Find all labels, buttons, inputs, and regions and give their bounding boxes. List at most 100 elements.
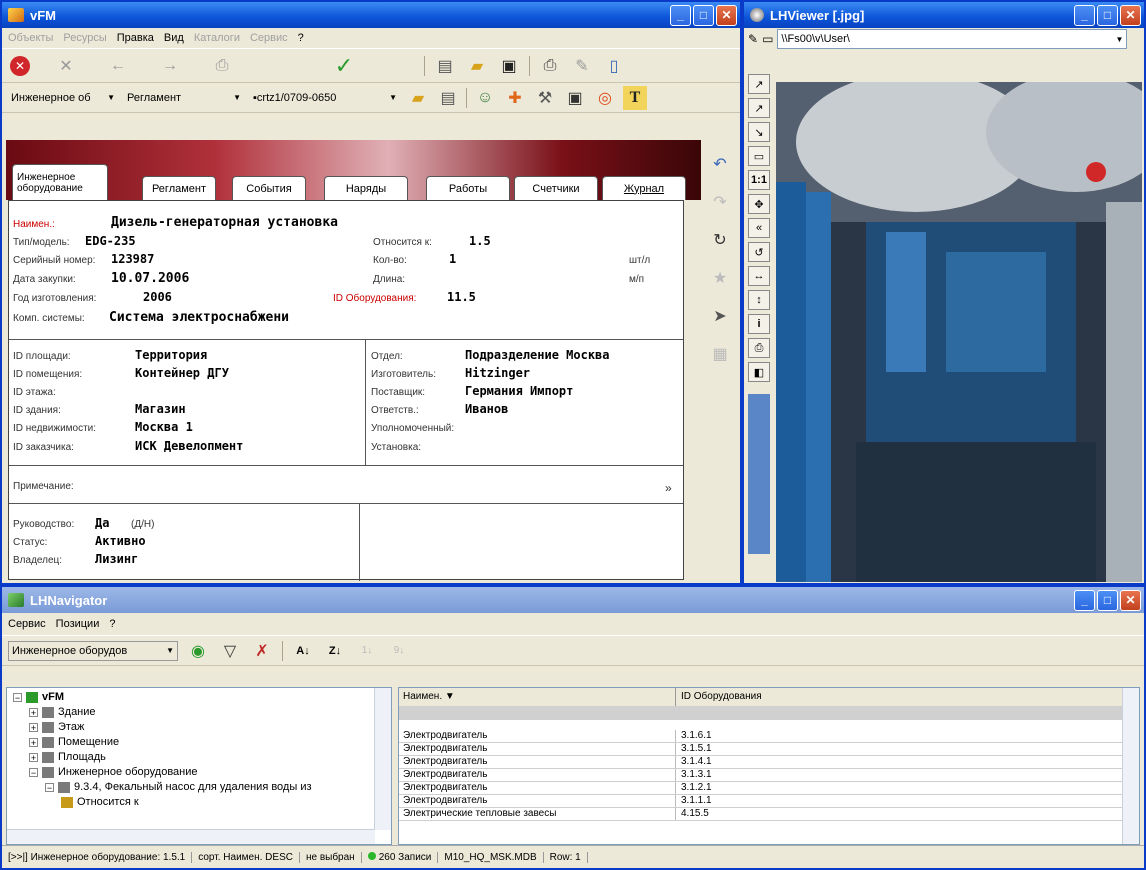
- sort-num-desc-icon[interactable]: 9↓: [387, 639, 411, 663]
- table-row[interactable]: Электродвигатель 3.1.1.1: [399, 795, 1123, 808]
- tab-journal[interactable]: Журнал: [602, 176, 686, 200]
- clear-filter-icon[interactable]: ✗: [250, 639, 274, 663]
- menu-catalogs[interactable]: Каталоги: [194, 32, 240, 44]
- close-button[interactable]: ✕: [716, 4, 737, 26]
- tree-expander-icon[interactable]: +: [29, 752, 38, 762]
- object-type-select[interactable]: Инженерное об ▼: [8, 88, 118, 108]
- viewer-minimize-button[interactable]: _: [1074, 4, 1095, 26]
- menu-objects[interactable]: Объекты: [8, 32, 53, 44]
- confirm-check-icon[interactable]: ✓: [332, 53, 356, 78]
- system-field[interactable]: Система электроснабжени: [109, 310, 289, 325]
- nav-maximize-button[interactable]: □: [1097, 589, 1118, 611]
- tree-item[interactable]: + Этаж: [29, 721, 84, 733]
- tree-item[interactable]: + Здание: [29, 706, 96, 718]
- chart-icon[interactable]: ▦: [708, 342, 732, 366]
- col-id-header[interactable]: ID Оборудования: [681, 691, 762, 702]
- menu-resources[interactable]: Ресурсы: [63, 32, 106, 44]
- menu-help[interactable]: ?: [298, 32, 304, 44]
- display-icon[interactable]: ▣: [563, 86, 587, 110]
- vfm-titlebar[interactable]: vFM _ □ ✕: [2, 2, 740, 28]
- tree-expander-icon[interactable]: −: [45, 782, 54, 792]
- maximize-button[interactable]: □: [693, 4, 714, 26]
- nav-close-button[interactable]: ✕: [1120, 589, 1141, 611]
- tree-item[interactable]: − vFM: [13, 691, 64, 703]
- col-name-header[interactable]: Наимен. ▼: [403, 691, 455, 702]
- tree-item[interactable]: Относится к: [61, 796, 139, 808]
- viewer-path-select[interactable]: \\Fs00\v\User\ ▼: [777, 29, 1128, 49]
- nav-category-select[interactable]: Инженерное оборудов ▼: [8, 640, 178, 661]
- menu-service[interactable]: Сервис: [250, 32, 288, 44]
- lifebuoy-icon[interactable]: ◎: [593, 86, 617, 110]
- pointer-tool-icon[interactable]: ↗: [748, 74, 770, 94]
- tree-expander-icon[interactable]: −: [13, 692, 22, 702]
- table-row[interactable]: Электродвигатель 3.1.3.1: [399, 769, 1123, 782]
- nav-menu-service[interactable]: Сервис: [8, 618, 46, 630]
- tab-engineering-equipment[interactable]: Инженерное оборудование: [12, 164, 108, 200]
- send-icon[interactable]: ➤: [708, 304, 732, 328]
- table-row[interactable]: Электродвигатель 3.1.4.1: [399, 756, 1123, 769]
- printer-icon[interactable]: ⎙: [538, 54, 562, 78]
- realty-field[interactable]: Москва 1: [135, 420, 193, 434]
- table-row[interactable]: Электрические тепловые завесы 4.15.5: [399, 808, 1123, 821]
- globe-icon[interactable]: ◉: [186, 639, 210, 663]
- info-icon[interactable]: i: [748, 314, 770, 334]
- redo-arrow-icon[interactable]: ↷: [708, 190, 732, 214]
- tree-vertical-scrollbar[interactable]: [374, 688, 391, 830]
- tab-events[interactable]: События: [232, 176, 306, 200]
- pan-icon[interactable]: ✥: [748, 194, 770, 214]
- maker-field[interactable]: Hitzinger: [465, 366, 530, 380]
- print-icon[interactable]: ⎙: [748, 338, 770, 358]
- print-icon[interactable]: ⎙: [210, 54, 234, 78]
- resize-horizontal-icon[interactable]: ↔: [748, 266, 770, 286]
- nav-menu-positions[interactable]: Позиции: [56, 618, 100, 630]
- dept-field[interactable]: Подразделение Москва: [465, 348, 610, 362]
- new-document-icon[interactable]: ▤: [433, 54, 457, 78]
- filter-icon[interactable]: ▽: [218, 639, 242, 663]
- back-arrow-icon[interactable]: ←: [106, 54, 130, 78]
- tree-horizontal-scrollbar[interactable]: [7, 829, 375, 844]
- sort-num-asc-icon[interactable]: 1↓: [355, 639, 379, 663]
- record-code-select[interactable]: ▪ crtz1/0709-0650 ▼: [250, 88, 400, 108]
- serial-field[interactable]: 123987: [111, 252, 154, 266]
- tab-schedule[interactable]: Регламент: [142, 176, 216, 200]
- status-field[interactable]: Активно: [95, 534, 146, 548]
- customer-field[interactable]: ИСК Девелопмент: [135, 439, 243, 453]
- sort-desc-icon[interactable]: Z↓: [323, 639, 347, 663]
- tab-orders[interactable]: Наряды: [324, 176, 408, 200]
- grid-filter-row[interactable]: [399, 706, 1123, 720]
- open-folder-icon[interactable]: ▰: [465, 54, 489, 78]
- tree-item[interactable]: + Помещение: [29, 736, 119, 748]
- forward-arrow-icon[interactable]: →: [158, 54, 182, 78]
- table-row[interactable]: Электродвигатель 3.1.6.1: [399, 730, 1123, 743]
- table-row[interactable]: Электродвигатель 3.1.5.1: [399, 743, 1123, 756]
- tree-item[interactable]: − Инженерное оборудование: [29, 766, 198, 778]
- equip-id-field[interactable]: 11.5: [447, 290, 476, 304]
- resp-field[interactable]: Иванов: [465, 402, 508, 416]
- window-icon[interactable]: ▣: [497, 54, 521, 78]
- room-field[interactable]: Контейнер ДГУ: [135, 366, 229, 380]
- wrench-orange-icon[interactable]: ✚: [503, 86, 527, 110]
- purchase-date-field[interactable]: 10.07.2006: [111, 271, 189, 286]
- navigator-titlebar[interactable]: LHNavigator _ □ ✕: [2, 587, 1144, 613]
- tab-works[interactable]: Работы: [426, 176, 510, 200]
- export-icon[interactable]: ▤: [436, 86, 460, 110]
- tools-icon[interactable]: ⚒: [533, 86, 557, 110]
- guide-field[interactable]: Да: [95, 516, 109, 530]
- grid-vertical-scrollbar[interactable]: [1122, 688, 1139, 844]
- viewer-scroll-panel[interactable]: [748, 394, 770, 554]
- drive-icon[interactable]: ▭: [762, 32, 773, 46]
- rotate-icon[interactable]: ↺: [748, 242, 770, 262]
- supplier-field[interactable]: Германия Импорт: [465, 384, 573, 398]
- refresh-icon[interactable]: ↻: [708, 228, 732, 252]
- name-field[interactable]: Дизель-генераторная установка: [111, 215, 338, 230]
- menu-view[interactable]: Вид: [164, 32, 184, 44]
- year-field[interactable]: 2006: [143, 290, 172, 304]
- tab-counters[interactable]: Счетчики: [514, 176, 598, 200]
- nav-minimize-button[interactable]: _: [1074, 589, 1095, 611]
- preview-icon[interactable]: ◧: [748, 362, 770, 382]
- model-field[interactable]: EDG-235: [85, 234, 136, 248]
- exit-door-icon[interactable]: ▯: [602, 54, 626, 78]
- pointer-plus-tool-icon[interactable]: ↗: [748, 98, 770, 118]
- menu-edit[interactable]: Правка: [117, 32, 154, 44]
- text-icon[interactable]: T: [623, 85, 647, 110]
